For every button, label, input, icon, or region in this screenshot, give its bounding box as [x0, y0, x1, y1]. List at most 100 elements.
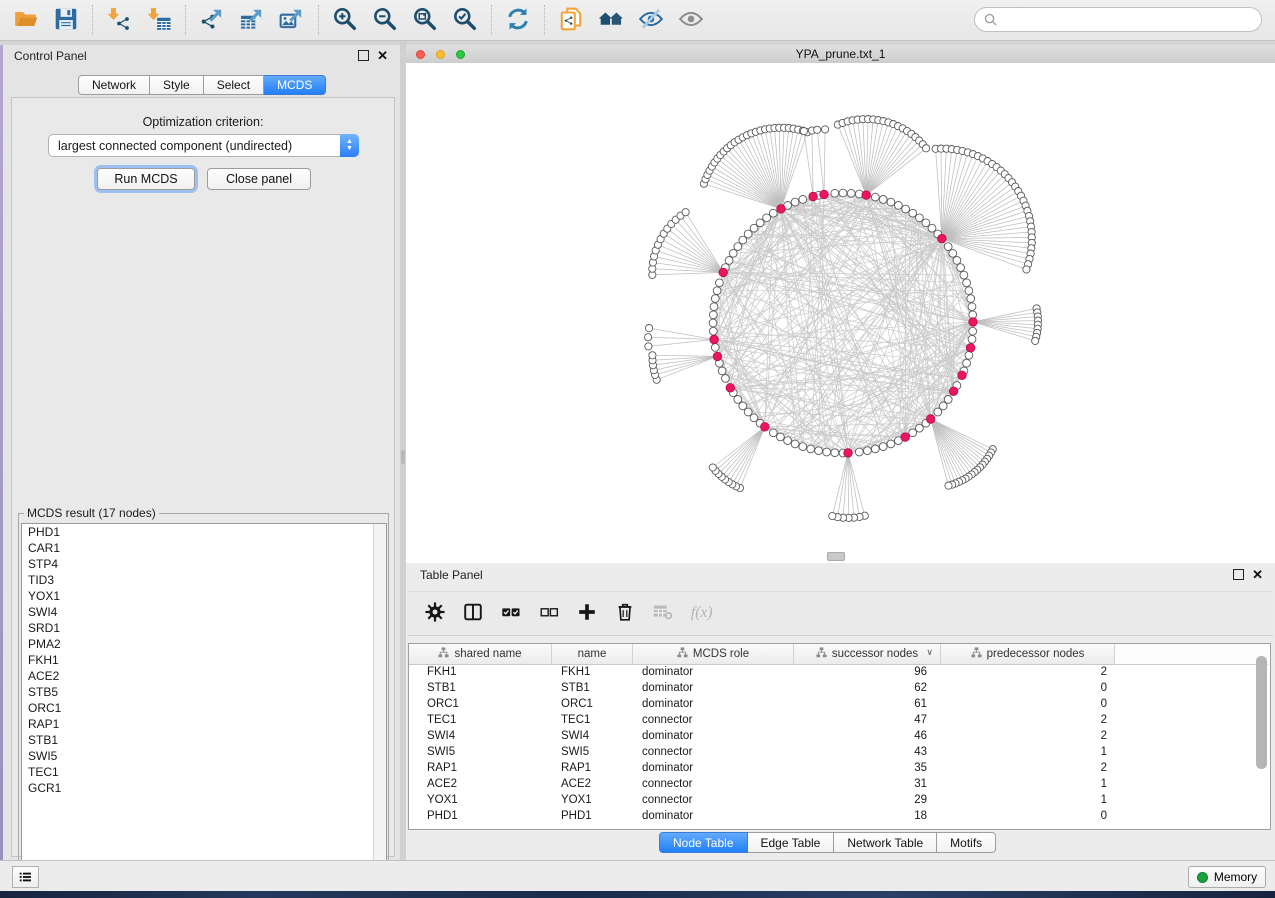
tab-mcds[interactable]: MCDS	[264, 75, 326, 95]
cell-name: TEC1	[552, 712, 633, 728]
float-panel-icon[interactable]	[358, 50, 369, 61]
tab-node-table[interactable]: Node Table	[659, 832, 748, 853]
task-history-button[interactable]	[12, 866, 39, 888]
mcds-result-item[interactable]: PMA2	[22, 636, 386, 652]
table-row[interactable]: STB1STB1dominator620	[409, 680, 1270, 696]
memory-button[interactable]: Memory	[1188, 866, 1266, 888]
table-row[interactable]: PHD1PHD1dominator180	[409, 808, 1270, 824]
column-header-successor-nodes[interactable]: successor nodes∨	[794, 644, 941, 664]
cell-MCDS-role: dominator	[633, 808, 794, 824]
import-network-button[interactable]	[99, 4, 139, 36]
vertical-splitter-handle[interactable]	[401, 450, 405, 464]
mcds-result-item[interactable]: ACE2	[22, 668, 386, 684]
cell-predecessor-nodes: 1	[941, 776, 1115, 792]
deselect-all-rows-button[interactable]	[534, 599, 564, 629]
horizontal-splitter-handle[interactable]	[827, 552, 845, 561]
delete-column-button[interactable]	[610, 599, 640, 629]
mcds-result-item[interactable]: STB1	[22, 732, 386, 748]
refresh-icon	[505, 6, 531, 35]
tab-network-table[interactable]: Network Table	[834, 832, 937, 853]
apply-function-button[interactable]: f(x)	[686, 599, 716, 629]
float-panel-icon[interactable]	[1233, 569, 1244, 580]
show-all-button[interactable]	[671, 4, 711, 36]
search-box[interactable]	[974, 7, 1262, 32]
table-scrollbar[interactable]	[1256, 656, 1267, 769]
export-image-button[interactable]	[272, 4, 312, 36]
run-mcds-button[interactable]: Run MCDS	[97, 168, 195, 190]
hide-selected-button[interactable]	[631, 4, 671, 36]
select-all-rows-button[interactable]	[496, 599, 526, 629]
refresh-button[interactable]	[498, 4, 538, 36]
cell-predecessor-nodes: 2	[941, 760, 1115, 776]
mcds-result-item[interactable]: STB5	[22, 684, 386, 700]
column-header-MCDS-role[interactable]: MCDS role	[633, 644, 794, 664]
mcds-list-scrollbar[interactable]	[373, 524, 386, 879]
cell-predecessor-nodes: 2	[941, 728, 1115, 744]
export-network-button[interactable]	[192, 4, 232, 36]
criterion-dropdown[interactable]: largest connected component (undirected)…	[48, 134, 359, 157]
duplicate-network-button[interactable]	[551, 4, 591, 36]
import-network-icon	[106, 6, 132, 35]
save-button[interactable]	[46, 4, 86, 36]
column-header-shared-name[interactable]: shared name	[409, 644, 552, 664]
mcds-result-item[interactable]: SRD1	[22, 620, 386, 636]
table-row[interactable]: ORC1ORC1dominator610	[409, 696, 1270, 712]
tab-network[interactable]: Network	[78, 75, 150, 95]
import-table-button[interactable]	[139, 4, 179, 36]
apply-function-icon: f(x)	[690, 601, 712, 626]
column-type-icon	[971, 647, 982, 661]
close-panel-button[interactable]: Close panel	[207, 168, 311, 190]
mcds-result-item[interactable]: PHD1	[22, 524, 386, 540]
cell-successor-nodes: 61	[794, 696, 941, 712]
mcds-result-item[interactable]: STP4	[22, 556, 386, 572]
mcds-result-item[interactable]: SWI4	[22, 604, 386, 620]
table-row[interactable]: YOX1YOX1connector291	[409, 792, 1270, 808]
column-header-predecessor-nodes[interactable]: predecessor nodes	[941, 644, 1115, 664]
add-column-button[interactable]	[572, 599, 602, 629]
control-panel-window-buttons: ✕	[358, 50, 388, 61]
control-panel-title: Control Panel	[14, 49, 87, 63]
cell-predecessor-nodes: 0	[941, 696, 1115, 712]
column-header-name[interactable]: name	[552, 644, 633, 664]
table-row[interactable]: FKH1FKH1dominator962	[409, 664, 1270, 680]
open-folder-button[interactable]	[6, 4, 46, 36]
mcds-result-item[interactable]: YOX1	[22, 588, 386, 604]
column-type-icon	[816, 647, 827, 661]
mcds-result-item[interactable]: RAP1	[22, 716, 386, 732]
tab-edge-table[interactable]: Edge Table	[748, 832, 835, 853]
svg-text:f(x): f(x)	[691, 604, 712, 621]
home-views-button[interactable]	[591, 4, 631, 36]
zoom-selected-button[interactable]	[445, 4, 485, 36]
table-row[interactable]: SWI4SWI4dominator462	[409, 728, 1270, 744]
split-columns-button[interactable]	[458, 599, 488, 629]
zoom-out-button[interactable]	[365, 4, 405, 36]
close-panel-icon[interactable]: ✕	[1252, 569, 1263, 580]
mcds-result-item[interactable]: SWI5	[22, 748, 386, 764]
table-row[interactable]: TEC1TEC1connector472	[409, 712, 1270, 728]
mcds-result-item[interactable]: TEC1	[22, 764, 386, 780]
network-window-titlebar[interactable]: YPA_prune.txt_1	[406, 45, 1275, 64]
tab-select[interactable]: Select	[204, 75, 264, 95]
table-row[interactable]: SWI5SWI5connector431	[409, 744, 1270, 760]
network-view-canvas[interactable]	[406, 63, 1275, 563]
export-network-icon	[199, 6, 225, 35]
table-row[interactable]: ACE2ACE2connector311	[409, 776, 1270, 792]
tab-motifs[interactable]: Motifs	[937, 832, 996, 853]
delete-table-button[interactable]	[648, 599, 678, 629]
search-input[interactable]	[1002, 12, 1261, 28]
zoom-fit-button[interactable]	[405, 4, 445, 36]
cell-shared-name: ORC1	[409, 696, 552, 712]
close-panel-icon[interactable]: ✕	[377, 50, 388, 61]
gear-button[interactable]	[420, 599, 450, 629]
mcds-result-items: PHD1CAR1STP4TID3YOX1SWI4SRD1PMA2FKH1ACE2…	[22, 524, 386, 796]
mcds-result-item[interactable]: FKH1	[22, 652, 386, 668]
export-table-button[interactable]	[232, 4, 272, 36]
mcds-result-item[interactable]: ORC1	[22, 700, 386, 716]
tab-style[interactable]: Style	[150, 75, 204, 95]
zoom-in-button[interactable]	[325, 4, 365, 36]
mcds-result-item[interactable]: TID3	[22, 572, 386, 588]
mcds-result-list[interactable]: PHD1CAR1STP4TID3YOX1SWI4SRD1PMA2FKH1ACE2…	[21, 523, 387, 880]
table-row[interactable]: RAP1RAP1dominator352	[409, 760, 1270, 776]
mcds-result-item[interactable]: GCR1	[22, 780, 386, 796]
mcds-result-item[interactable]: CAR1	[22, 540, 386, 556]
